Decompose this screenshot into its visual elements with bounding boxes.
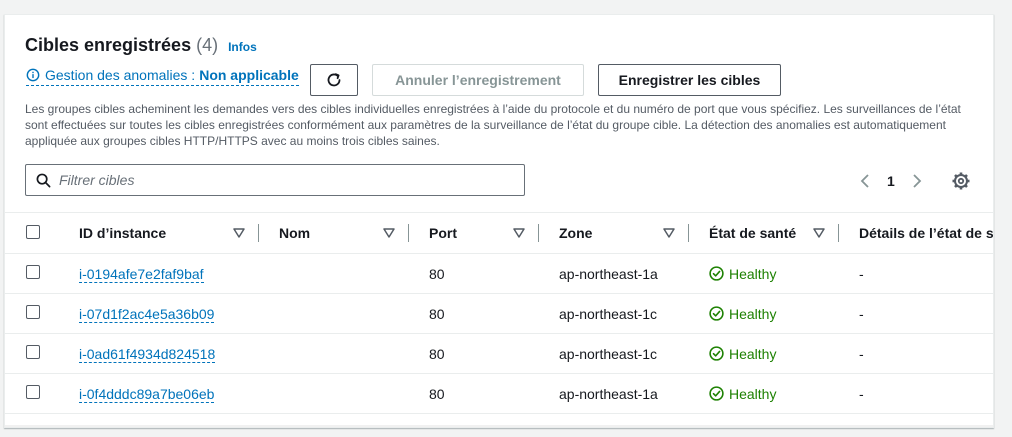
register-targets-button[interactable]: Enregistrer les cibles: [598, 64, 781, 96]
registered-targets-panel: Cibles enregistrées (4) Infos Gestion de…: [4, 14, 994, 428]
column-header-name[interactable]: Nom: [259, 212, 409, 254]
health-status: Healthy: [709, 266, 839, 282]
table-row[interactable]: i-07d1f2ac4e5a36b09 80 ap-northeast-1c H…: [5, 293, 993, 334]
deregister-button[interactable]: Annuler l’enregistrement: [372, 64, 584, 96]
select-all-checkbox[interactable]: [26, 224, 40, 239]
health-details-cell: -: [839, 293, 993, 334]
target-count: (4): [196, 35, 219, 55]
health-status: Healthy: [709, 306, 839, 322]
port-cell: 80: [409, 253, 539, 294]
refresh-icon: [327, 73, 341, 87]
instance-id-link[interactable]: i-0194afe7e2faf9baf: [79, 265, 204, 283]
health-status: Healthy: [709, 386, 839, 402]
chevron-left-icon: [860, 174, 869, 188]
pagination: 1: [855, 167, 927, 195]
health-details-cell: -: [839, 333, 993, 374]
name-cell: [259, 333, 409, 374]
targets-table: ID d’instance Nom Port Zone État de sant…: [5, 212, 993, 414]
panel-title: Cibles enregistrées: [25, 35, 192, 55]
search-icon: [36, 173, 51, 187]
instance-id-link[interactable]: i-07d1f2ac4e5a36b09: [79, 305, 215, 323]
filter-box[interactable]: [25, 164, 525, 196]
column-header-health-details[interactable]: Détails de l’état de santé: [839, 212, 993, 254]
sort-down-icon: [663, 228, 675, 238]
health-details-cell: -: [839, 253, 993, 294]
zone-cell: ap-northeast-1a: [539, 373, 689, 414]
current-page[interactable]: 1: [887, 173, 895, 189]
previous-page-button[interactable]: [855, 167, 875, 195]
row-checkbox[interactable]: [26, 345, 40, 359]
table-header-row: ID d’instance Nom Port Zone État de sant…: [5, 212, 993, 254]
sort-down-icon: [513, 228, 525, 238]
name-cell: [259, 373, 409, 414]
scroll-left-arrow-icon[interactable]: ◀: [5, 425, 19, 427]
port-cell: 80: [409, 333, 539, 374]
table-row[interactable]: i-0ad61f4934d824518 80 ap-northeast-1c H…: [5, 333, 993, 374]
filter-targets-input[interactable]: [59, 172, 499, 188]
table-row[interactable]: i-0f4dddc89a7be06eb 80 ap-northeast-1a H…: [5, 373, 993, 414]
row-checkbox[interactable]: [26, 265, 40, 279]
gear-icon[interactable]: [951, 171, 971, 191]
next-page-button[interactable]: [907, 167, 927, 195]
panel-description: Les groupes cibles acheminent les demand…: [25, 102, 961, 148]
zone-cell: ap-northeast-1c: [539, 333, 689, 374]
column-header-zone[interactable]: Zone: [539, 212, 689, 254]
anomaly-label: Gestion des anomalies :: [45, 67, 196, 83]
refresh-button[interactable]: [310, 64, 358, 96]
column-header-instance-id[interactable]: ID d’instance: [59, 212, 259, 254]
column-header-port[interactable]: Port: [409, 212, 539, 254]
row-checkbox[interactable]: [26, 385, 40, 399]
port-cell: 80: [409, 373, 539, 414]
name-cell: [259, 253, 409, 294]
name-cell: [259, 293, 409, 334]
anomaly-value: Non applicable: [199, 67, 299, 83]
zone-cell: ap-northeast-1a: [539, 253, 689, 294]
port-cell: 80: [409, 293, 539, 334]
sort-down-icon: [383, 228, 395, 238]
health-status: Healthy: [709, 346, 839, 362]
instance-id-link[interactable]: i-0f4dddc89a7be06eb: [79, 385, 215, 403]
sort-down-icon: [233, 228, 245, 238]
instance-id-link[interactable]: i-0ad61f4934d824518: [79, 345, 216, 363]
zone-cell: ap-northeast-1c: [539, 293, 689, 334]
info-link[interactable]: Infos: [228, 40, 257, 54]
check-circle-icon: [709, 346, 724, 361]
info-icon: [26, 68, 40, 82]
scrollbar-thumb[interactable]: [20, 427, 726, 428]
row-checkbox[interactable]: [26, 305, 40, 319]
table-row[interactable]: i-0194afe7e2faf9baf 80 ap-northeast-1a H…: [5, 253, 993, 294]
check-circle-icon: [709, 306, 724, 321]
column-header-health-status[interactable]: État de santé: [689, 212, 839, 254]
scroll-right-arrow-icon[interactable]: ▶: [981, 425, 993, 427]
check-circle-icon: [709, 266, 724, 281]
panel-header: Cibles enregistrées (4) Infos: [25, 35, 257, 56]
chevron-right-icon: [913, 174, 922, 188]
horizontal-scrollbar[interactable]: ◀ ▶: [5, 425, 993, 428]
anomaly-mitigation-link[interactable]: Gestion des anomalies : Non applicable: [26, 67, 299, 86]
health-details-cell: -: [839, 373, 993, 414]
select-all-cell: [5, 212, 59, 254]
check-circle-icon: [709, 386, 724, 401]
sort-down-icon: [813, 228, 825, 238]
